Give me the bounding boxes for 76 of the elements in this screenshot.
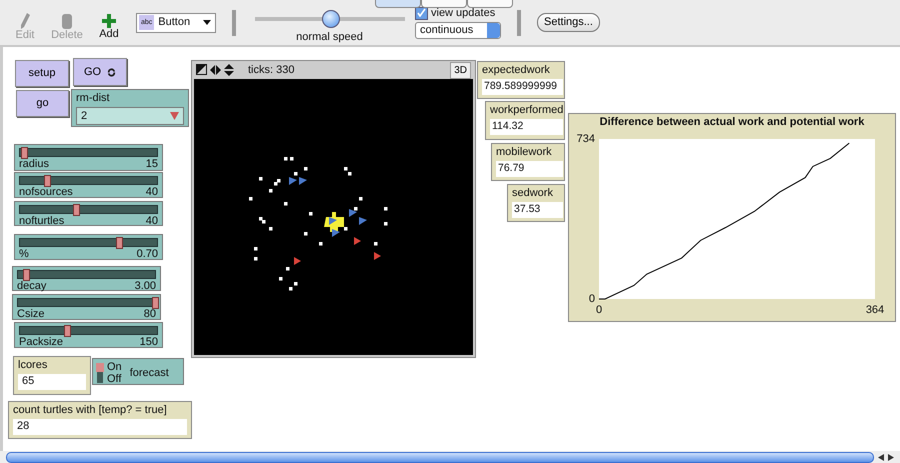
- monitor-value: 28: [13, 419, 187, 435]
- monitor-label: count turtles with [temp? = true]: [13, 404, 167, 416]
- scroll-left-icon: [878, 454, 884, 460]
- input-field[interactable]: 65: [18, 374, 86, 390]
- slider-value: 150: [140, 336, 158, 348]
- slider-value: 3.00: [134, 280, 156, 292]
- horizontal-scrollbar[interactable]: [0, 451, 900, 463]
- slider[interactable]: radius 15: [14, 144, 163, 171]
- slider-label: Csize: [17, 308, 45, 320]
- chooser-value: 2: [81, 110, 88, 122]
- slider-thumb[interactable]: [73, 204, 80, 216]
- ticks-counter: ticks: 330: [248, 64, 294, 76]
- slider-value: 0.70: [136, 248, 158, 260]
- button[interactable]: go: [16, 90, 69, 117]
- button[interactable]: setup: [15, 60, 69, 87]
- slider[interactable]: Packsize 150: [14, 322, 163, 348]
- chooser[interactable]: rm-dist 2: [71, 89, 189, 127]
- monitor-label: workperformed: [490, 104, 564, 116]
- plus-icon: [102, 14, 116, 28]
- plot-title: Difference between actual work and potential work: [598, 116, 866, 129]
- axis-label: 0: [596, 304, 602, 316]
- checkmark-icon: [417, 8, 426, 16]
- forever-icon: [107, 68, 116, 76]
- button[interactable]: GO: [73, 58, 127, 86]
- slider-label: Packsize: [19, 336, 64, 348]
- 3d-button[interactable]: 3D: [450, 62, 471, 78]
- slider-value: 80: [144, 308, 156, 320]
- monitor-label: expectedwork: [482, 64, 550, 76]
- chooser-label: rm-dist: [76, 92, 110, 104]
- slider[interactable]: decay 3.00: [12, 266, 161, 291]
- slider[interactable]: Csize 80: [12, 294, 161, 320]
- slider-thumb[interactable]: [152, 297, 159, 309]
- slider-label: radius: [19, 158, 49, 170]
- slider-thumb[interactable]: [64, 325, 71, 337]
- view-updates-checkbox[interactable]: view updates: [415, 6, 501, 20]
- slider-value: 40: [146, 215, 158, 227]
- slider-label: nofturtles: [19, 215, 64, 227]
- switch-toggle[interactable]: [97, 362, 103, 382]
- caret-icon: [203, 20, 211, 25]
- update-mode-select[interactable]: continuous: [415, 22, 501, 38]
- monitor-value: 789.589999999: [482, 79, 563, 95]
- slider[interactable]: % 0.70: [14, 234, 163, 260]
- slider-thumb[interactable]: [116, 237, 123, 249]
- slider-thumb[interactable]: [44, 175, 52, 187]
- slider[interactable]: nofsources 40: [14, 172, 163, 198]
- toolbar-button[interactable]: Add: [92, 4, 126, 41]
- speed-label: normal speed: [296, 31, 363, 43]
- checkbox[interactable]: [415, 6, 428, 20]
- slider-thumb[interactable]: [23, 269, 30, 281]
- slider[interactable]: nofturtles 40: [14, 201, 163, 226]
- monitor-value: 76.79: [496, 161, 563, 177]
- slider-thumb[interactable]: [21, 147, 28, 159]
- scroll-right-icon: [888, 454, 894, 460]
- view-controls-icon: [196, 64, 236, 76]
- monitor-label: sedwork: [512, 187, 553, 199]
- caret-icon: [170, 112, 179, 120]
- slider-knob[interactable]: [322, 10, 340, 28]
- switch-label: forecast: [130, 366, 169, 378]
- axis-label: 0: [588, 292, 595, 305]
- stepper-icon: [487, 22, 500, 38]
- slider-label: %: [19, 248, 29, 260]
- slider-label: nofsources: [19, 186, 73, 198]
- monitor-value: 114.32: [490, 119, 563, 135]
- slider-label: decay: [17, 280, 46, 292]
- pencil-icon: [20, 13, 30, 29]
- off-label: Off: [107, 372, 122, 384]
- trash-icon: [62, 13, 72, 29]
- slider-value: 40: [146, 186, 158, 198]
- slider-value: 15: [146, 158, 158, 170]
- axis-label: 734: [576, 132, 595, 145]
- input-label: lcores: [18, 359, 48, 371]
- monitor-value: 37.53: [512, 202, 563, 218]
- axis-label: 364: [866, 304, 884, 316]
- monitor-label: mobilework: [496, 146, 552, 158]
- on-label: On: [107, 360, 122, 372]
- settings-button[interactable]: Settings...: [537, 13, 600, 32]
